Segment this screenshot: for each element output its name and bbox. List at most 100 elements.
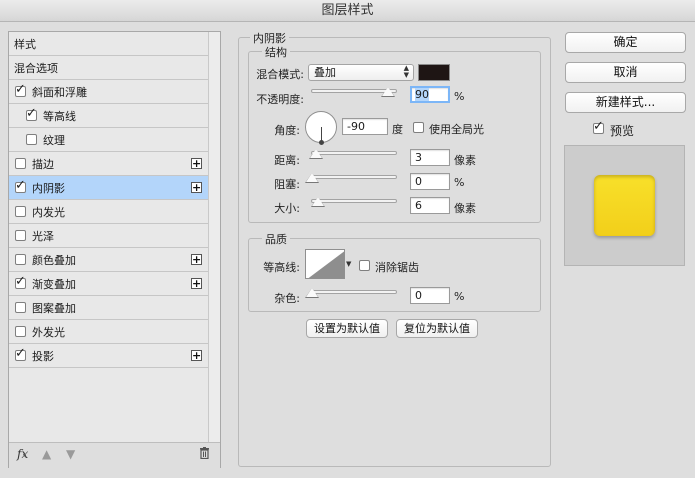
inner-glow-checkbox[interactable] — [15, 206, 26, 217]
shadow-color-swatch[interactable] — [418, 64, 450, 81]
noise-slider-thumb[interactable] — [305, 288, 319, 298]
cancel-button[interactable]: 取消 — [565, 62, 686, 83]
size-slider[interactable] — [311, 197, 397, 207]
contour-preview[interactable] — [305, 249, 345, 279]
checkmark-icon: ✓ — [15, 82, 26, 97]
opacity-slider[interactable] — [311, 87, 397, 97]
sidebar-item-texture[interactable]: 纹理 — [9, 128, 208, 152]
add-drop-shadow-plus-icon[interactable]: + — [191, 350, 202, 361]
angle-dial[interactable] — [305, 111, 337, 145]
noise-slider[interactable] — [305, 288, 397, 298]
select-arrows-icon: ▲ ▼ — [403, 64, 409, 79]
anti-alias-checkbox[interactable] — [359, 260, 370, 271]
drop-shadow-checkbox[interactable]: ✓ — [15, 347, 26, 361]
sidebar-item-stroke[interactable]: 描边 + — [9, 152, 208, 176]
contour-curve-icon — [308, 251, 344, 278]
use-global-light-label: 使用全局光 — [429, 123, 484, 136]
sidebar-item-blending-options[interactable]: 混合选项 — [9, 56, 208, 80]
distance-slider-thumb[interactable] — [309, 149, 323, 159]
sidebar-item-outer-glow[interactable]: 外发光 — [9, 320, 208, 344]
sidebar-item-label: 混合选项 — [14, 61, 58, 75]
choke-slider[interactable] — [305, 173, 397, 183]
contour-checkbox[interactable]: ✓ — [26, 106, 37, 121]
contour-label: 等高线: — [263, 261, 300, 274]
satin-checkbox[interactable] — [15, 230, 26, 241]
sidebar-item-label: 渐变叠加 — [32, 277, 76, 291]
ok-button[interactable]: 确定 — [565, 32, 686, 53]
add-color-overlay-plus-icon[interactable]: + — [191, 254, 202, 265]
style-list-scrollbar[interactable] — [208, 32, 220, 442]
inner-shadow-checkbox[interactable]: ✓ — [15, 179, 26, 193]
opacity-input[interactable]: 90 — [410, 86, 450, 103]
arrow-up-icon[interactable]: ▲ — [42, 447, 51, 461]
styles-panel: 样式 混合选项 ✓ 斜面和浮雕 ✓ 等高线 纹理 描边 + ✓ 内阴影 + 内发… — [8, 31, 221, 468]
preview-label: 预览 — [610, 124, 635, 138]
make-default-button[interactable]: 设置为默认值 — [306, 319, 388, 338]
sidebar-item-contour[interactable]: ✓ 等高线 — [9, 104, 208, 128]
choke-unit: % — [454, 176, 465, 189]
noise-input[interactable]: 0 — [410, 287, 450, 304]
gradient-overlay-checkbox[interactable]: ✓ — [15, 274, 26, 289]
styles-footer: fx ▾ ▲ ▼ — [9, 442, 220, 468]
opacity-unit: % — [454, 90, 465, 103]
new-style-button[interactable]: 新建样式... — [565, 92, 686, 113]
stroke-checkbox[interactable] — [15, 158, 26, 169]
angle-input[interactable]: -90 — [342, 118, 388, 135]
trash-icon[interactable] — [199, 447, 210, 462]
sidebar-item-label: 颜色叠加 — [32, 253, 76, 267]
distance-label: 距离: — [274, 154, 300, 167]
reset-default-button[interactable]: 复位为默认值 — [396, 319, 478, 338]
outer-glow-checkbox[interactable] — [15, 326, 26, 337]
sidebar-item-satin[interactable]: 光泽 — [9, 224, 208, 248]
add-inner-shadow-plus-icon[interactable]: + — [191, 182, 202, 193]
sidebar-item-bevel-emboss[interactable]: ✓ 斜面和浮雕 — [9, 80, 208, 104]
size-slider-thumb[interactable] — [311, 197, 325, 207]
sidebar-item-inner-glow[interactable]: 内发光 — [9, 200, 208, 224]
angle-dot — [319, 140, 324, 145]
arrow-down-icon[interactable]: ▼ — [66, 447, 75, 461]
preview-swatch — [594, 175, 655, 236]
sidebar-item-label: 图案叠加 — [32, 301, 76, 315]
checkmark-icon: ✓ — [15, 274, 26, 289]
blend-mode-select[interactable]: 叠加 ▲ ▼ — [308, 64, 414, 81]
sidebar-item-label: 投影 — [32, 349, 54, 363]
sidebar-item-label: 光泽 — [32, 229, 54, 243]
choke-label: 阻塞: — [274, 178, 300, 191]
sidebar-item-pattern-overlay[interactable]: 图案叠加 — [9, 296, 208, 320]
choke-slider-thumb[interactable] — [305, 173, 319, 183]
quality-title: 品质 — [262, 231, 290, 247]
sidebar-item-drop-shadow[interactable]: ✓ 投影 + — [9, 344, 208, 368]
choke-input[interactable]: 0 — [410, 173, 450, 190]
opacity-label: 不透明度: — [256, 93, 304, 106]
size-input[interactable]: 6 — [410, 197, 450, 214]
sidebar-item-label: 等高线 — [43, 109, 76, 123]
sidebar-item-label: 内阴影 — [32, 181, 65, 195]
add-stroke-plus-icon[interactable]: + — [191, 158, 202, 169]
contour-dropdown-arrow-icon[interactable]: ▼ — [346, 260, 351, 268]
color-overlay-checkbox[interactable] — [15, 254, 26, 265]
sidebar-item-label: 描边 — [32, 157, 54, 171]
pattern-overlay-checkbox[interactable] — [15, 302, 26, 313]
style-list: 样式 混合选项 ✓ 斜面和浮雕 ✓ 等高线 纹理 描边 + ✓ 内阴影 + 内发… — [9, 32, 208, 442]
use-global-light-checkbox[interactable] — [413, 122, 424, 133]
structure-title: 结构 — [262, 44, 290, 60]
texture-checkbox[interactable] — [26, 134, 37, 145]
size-label: 大小: — [274, 202, 300, 215]
angle-label: 角度: — [274, 124, 300, 137]
checkmark-icon: ✓ — [593, 119, 604, 134]
sidebar-item-label: 外发光 — [32, 325, 65, 339]
bevel-emboss-checkbox[interactable]: ✓ — [15, 82, 26, 97]
sidebar-item-label: 样式 — [14, 37, 36, 51]
opacity-slider-thumb[interactable] — [381, 87, 395, 97]
anti-alias-label: 消除锯齿 — [375, 261, 419, 274]
sidebar-item-color-overlay[interactable]: 颜色叠加 + — [9, 248, 208, 272]
sidebar-item-styles[interactable]: 样式 — [9, 32, 208, 56]
preview-checkbox[interactable]: ✓ — [593, 119, 604, 134]
sidebar-item-gradient-overlay[interactable]: ✓ 渐变叠加 + — [9, 272, 208, 296]
distance-slider[interactable] — [309, 149, 397, 159]
checkmark-icon: ✓ — [26, 106, 37, 121]
distance-input[interactable]: 3 — [410, 149, 450, 166]
noise-label: 杂色: — [274, 292, 300, 305]
sidebar-item-inner-shadow[interactable]: ✓ 内阴影 + — [9, 176, 208, 200]
add-gradient-overlay-plus-icon[interactable]: + — [191, 278, 202, 289]
